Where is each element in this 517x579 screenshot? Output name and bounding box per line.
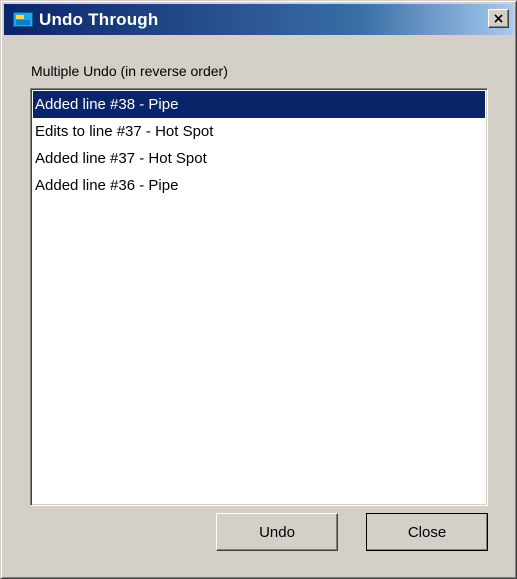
list-item[interactable]: Added line #36 - Pipe: [33, 172, 485, 199]
app-window-icon: [13, 11, 33, 29]
undo-through-dialog: Undo Through × Multiple Undo (in reverse…: [0, 0, 517, 579]
close-button[interactable]: Close: [366, 513, 488, 551]
list-item[interactable]: Added line #38 - Pipe: [33, 91, 485, 118]
list-caption: Multiple Undo (in reverse order): [31, 63, 228, 79]
list-item[interactable]: Added line #37 - Hot Spot: [33, 145, 485, 172]
close-icon: ×: [492, 10, 505, 27]
window-title: Undo Through: [39, 9, 159, 29]
close-window-button[interactable]: ×: [488, 9, 509, 28]
undo-history-list[interactable]: Added line #38 - Pipe Edits to line #37 …: [30, 88, 488, 506]
list-item[interactable]: Edits to line #37 - Hot Spot: [33, 118, 485, 145]
title-bar[interactable]: Undo Through ×: [4, 4, 513, 35]
undo-button[interactable]: Undo: [216, 513, 338, 551]
